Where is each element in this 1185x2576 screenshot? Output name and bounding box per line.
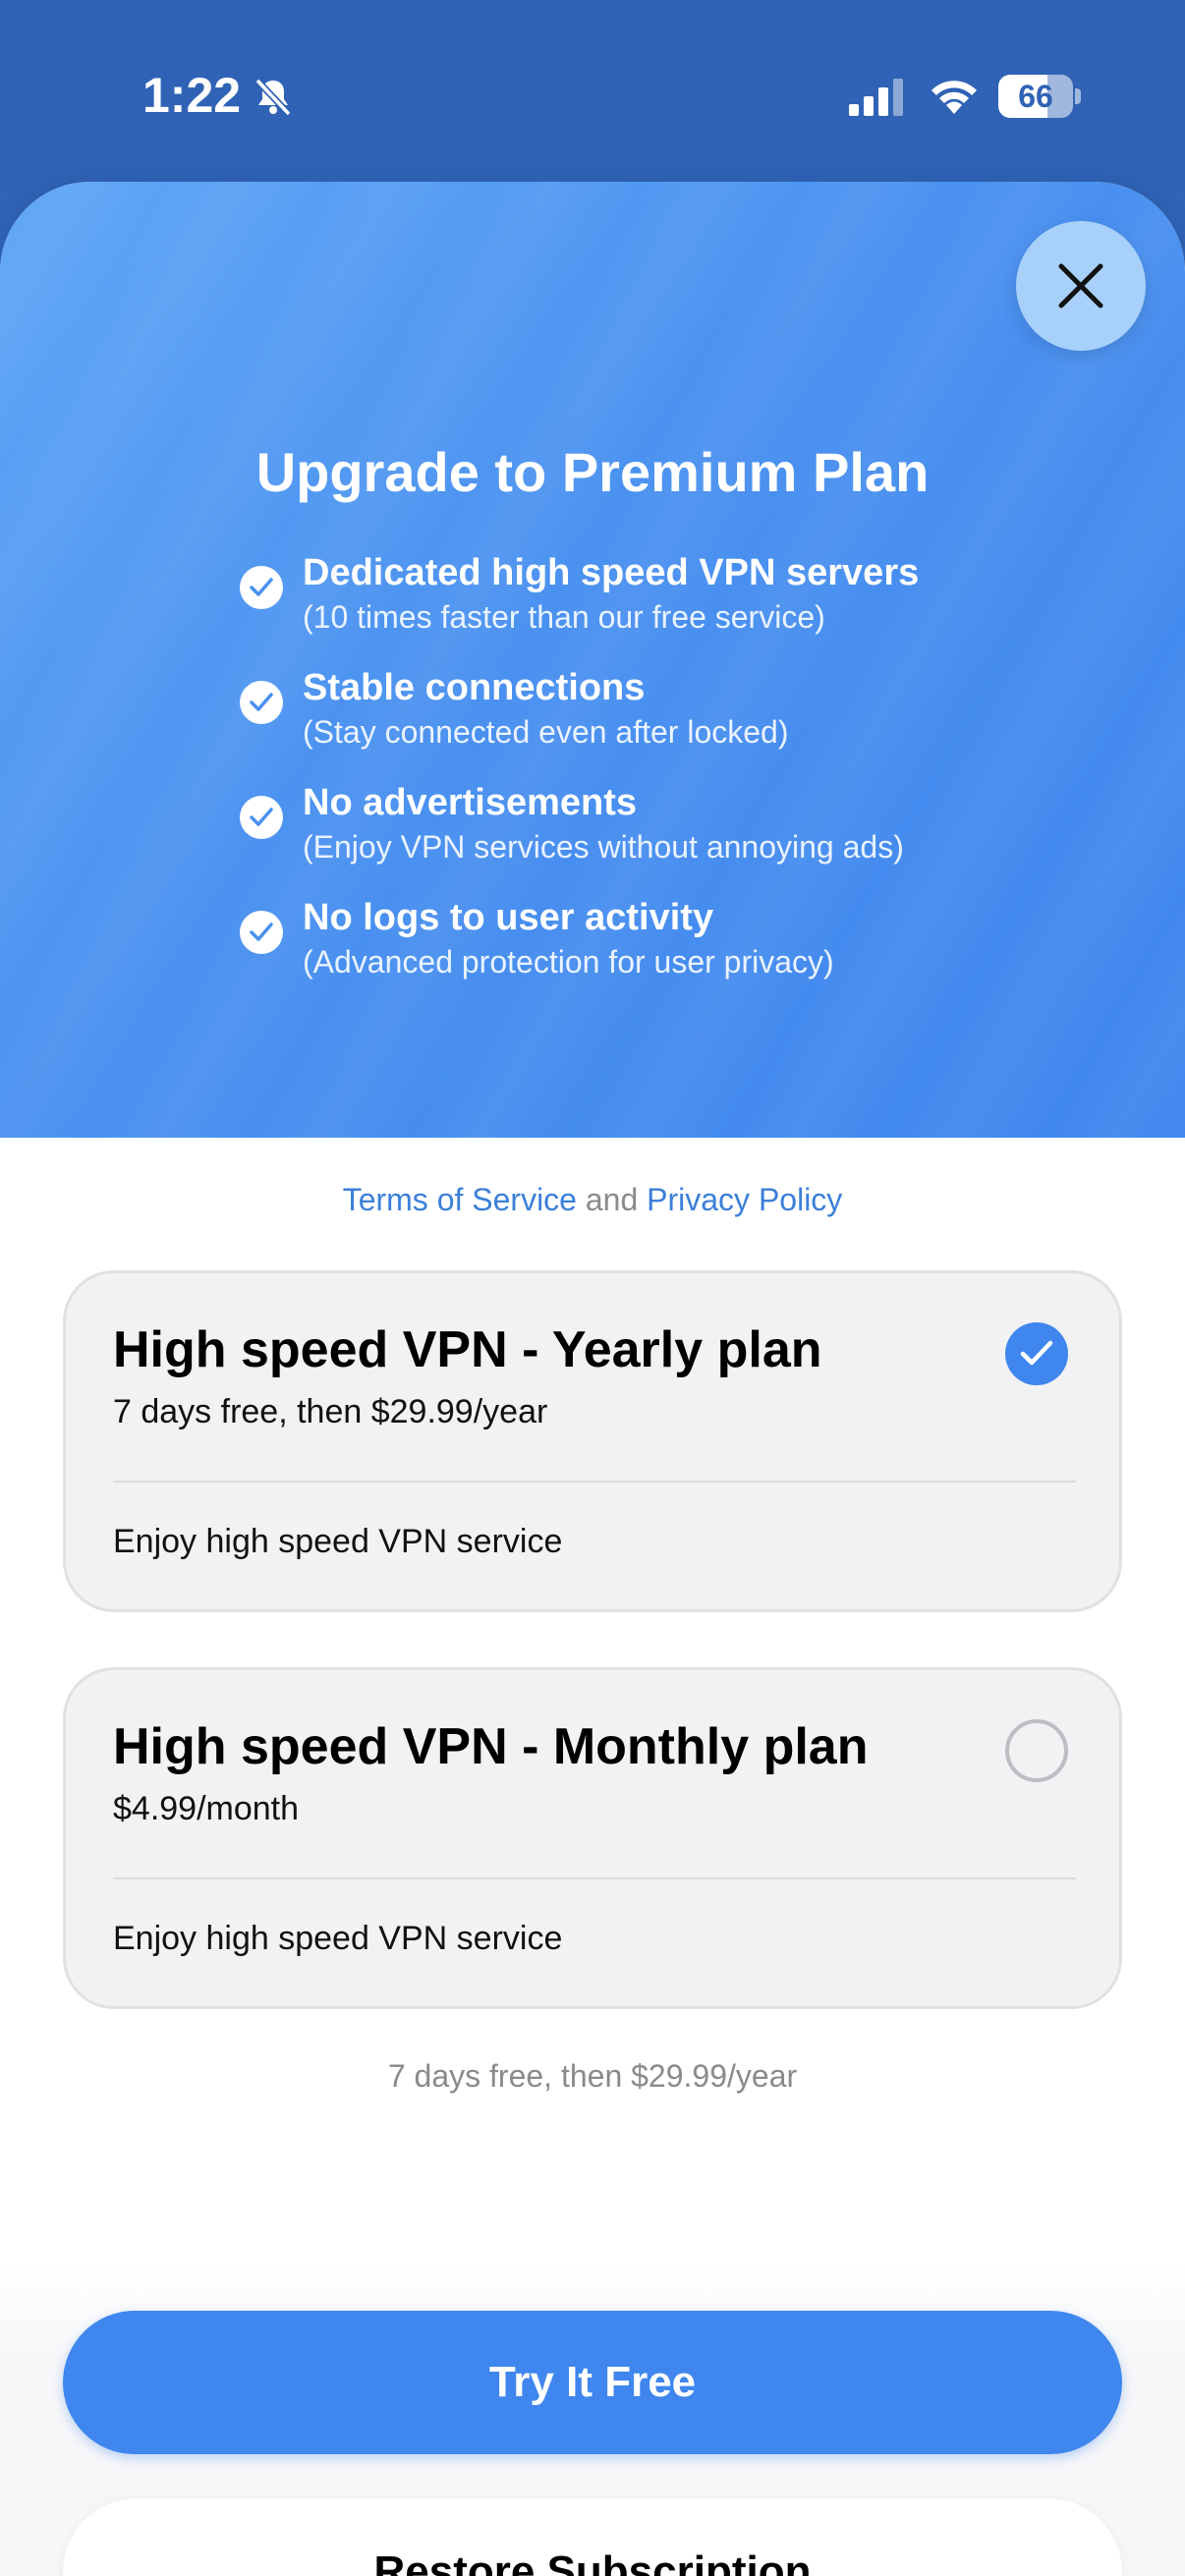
checkmark-icon [240, 796, 283, 839]
feature-title: No advertisements [303, 782, 638, 823]
privacy-policy-link[interactable]: Privacy Policy [647, 1182, 842, 1217]
feature-subtitle: (10 times faster than our free service) [303, 599, 825, 635]
feature-title: Dedicated high speed VPN servers [303, 552, 920, 593]
feature-subtitle: (Advanced protection for user privacy) [303, 944, 834, 980]
feature-title: No logs to user activity [303, 897, 714, 938]
terms-of-service-link[interactable]: Terms of Service [343, 1182, 577, 1217]
plan-price: 7 days free, then $29.99/year [113, 1393, 548, 1430]
radio-unselected-icon[interactable] [1005, 1719, 1068, 1782]
plan-card-monthly[interactable]: High speed VPN - Monthly plan $4.99/mont… [63, 1667, 1122, 2009]
plan-price: $4.99/month [113, 1790, 300, 1827]
divider [113, 1877, 1076, 1879]
checkmark-icon [240, 681, 283, 724]
bell-slash-icon [254, 78, 292, 117]
divider [113, 1481, 1076, 1483]
battery-percent: 66 [1018, 79, 1053, 114]
checkmark-icon [240, 911, 283, 954]
plan-title: High speed VPN - Yearly plan [113, 1321, 822, 1378]
cellular-signal-icon [849, 79, 903, 116]
paywall-sheet: Upgrade to Premium Plan Dedicated high s… [0, 182, 1185, 2576]
plan-description: Enjoy high speed VPN service [113, 1920, 563, 1957]
feature-subtitle: (Stay connected even after locked) [303, 714, 789, 750]
close-button[interactable] [1016, 221, 1146, 351]
try-it-free-button[interactable]: Try It Free [63, 2311, 1122, 2454]
legal-links: Terms of Service and Privacy Policy [0, 1182, 1185, 1218]
plan-title: High speed VPN - Monthly plan [113, 1718, 869, 1775]
restore-subscription-button[interactable]: Restore Subscription [63, 2498, 1122, 2576]
radio-selected-icon[interactable] [1005, 1322, 1068, 1385]
close-icon [1058, 263, 1103, 308]
feature-title: Stable connections [303, 667, 646, 708]
wifi-icon [931, 81, 977, 114]
hero-title: Upgrade to Premium Plan [255, 441, 930, 503]
hero-banner: Upgrade to Premium Plan Dedicated high s… [0, 182, 1185, 1361]
checkmark-icon [240, 566, 283, 609]
status-time: 1:22 [142, 68, 242, 123]
legal-and-text: and [585, 1182, 639, 1217]
plan-card-yearly[interactable]: High speed VPN - Yearly plan 7 days free… [63, 1270, 1122, 1612]
feature-subtitle: (Enjoy VPN services without annoying ads… [303, 829, 904, 865]
battery-icon: 66 [998, 75, 1081, 118]
plan-summary: 7 days free, then $29.99/year [387, 2058, 798, 2094]
plan-description: Enjoy high speed VPN service [113, 1523, 563, 1560]
